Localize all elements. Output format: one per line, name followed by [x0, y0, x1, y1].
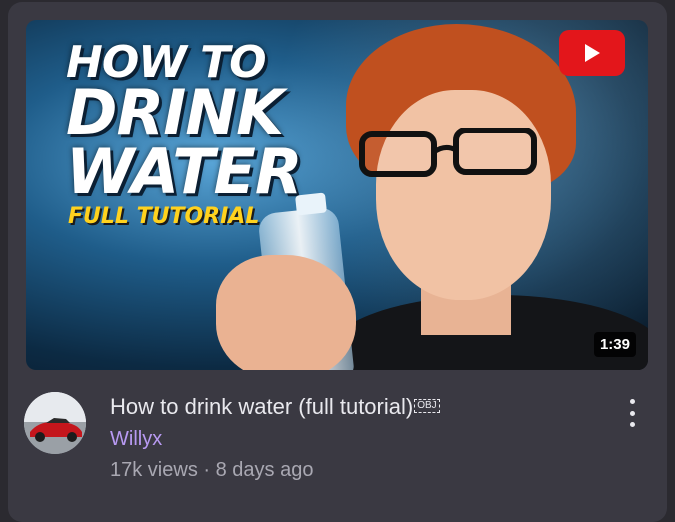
channel-avatar[interactable]: [24, 392, 86, 454]
thumbnail-title-line3: WATER: [66, 134, 303, 208]
upload-age: 8 days ago: [215, 459, 314, 481]
video-thumbnail[interactable]: HOW TO DRINK WATER FULL TUTORIAL 1:39: [26, 20, 648, 370]
hand-graphic: [216, 255, 356, 370]
play-icon: [585, 44, 600, 62]
stats-separator: ·: [203, 459, 211, 481]
thumbnail-title-line2: DRINK: [66, 75, 284, 149]
video-meta: How to drink water (full tutorial) OBJ Wi…: [110, 393, 580, 482]
video-stats: 17k views · 8 days ago: [110, 459, 580, 482]
duration-badge: 1:39: [593, 332, 636, 357]
thumbnail-title: HOW TO DRINK WATER: [66, 41, 346, 208]
dot-icon: [629, 410, 635, 416]
video-title: How to drink water (full tutorial): [110, 394, 414, 419]
view-count: 17k views: [110, 459, 198, 481]
red-car-icon: [24, 392, 86, 454]
youtube-logo-icon: [559, 30, 625, 76]
glasses-graphic: [359, 128, 537, 177]
bottle-cap-graphic: [295, 192, 327, 216]
dot-icon: [629, 422, 635, 427]
channel-name[interactable]: Willyx: [110, 428, 580, 451]
dot-icon: [629, 399, 635, 404]
video-title-link[interactable]: How to drink water (full tutorial) OBJ: [110, 393, 580, 421]
object-replacement-glyph: OBJ: [414, 399, 440, 413]
person-face: [376, 90, 551, 300]
thumbnail-subtitle: FULL TUTORIAL: [68, 204, 260, 229]
more-vert-icon[interactable]: [620, 396, 644, 430]
